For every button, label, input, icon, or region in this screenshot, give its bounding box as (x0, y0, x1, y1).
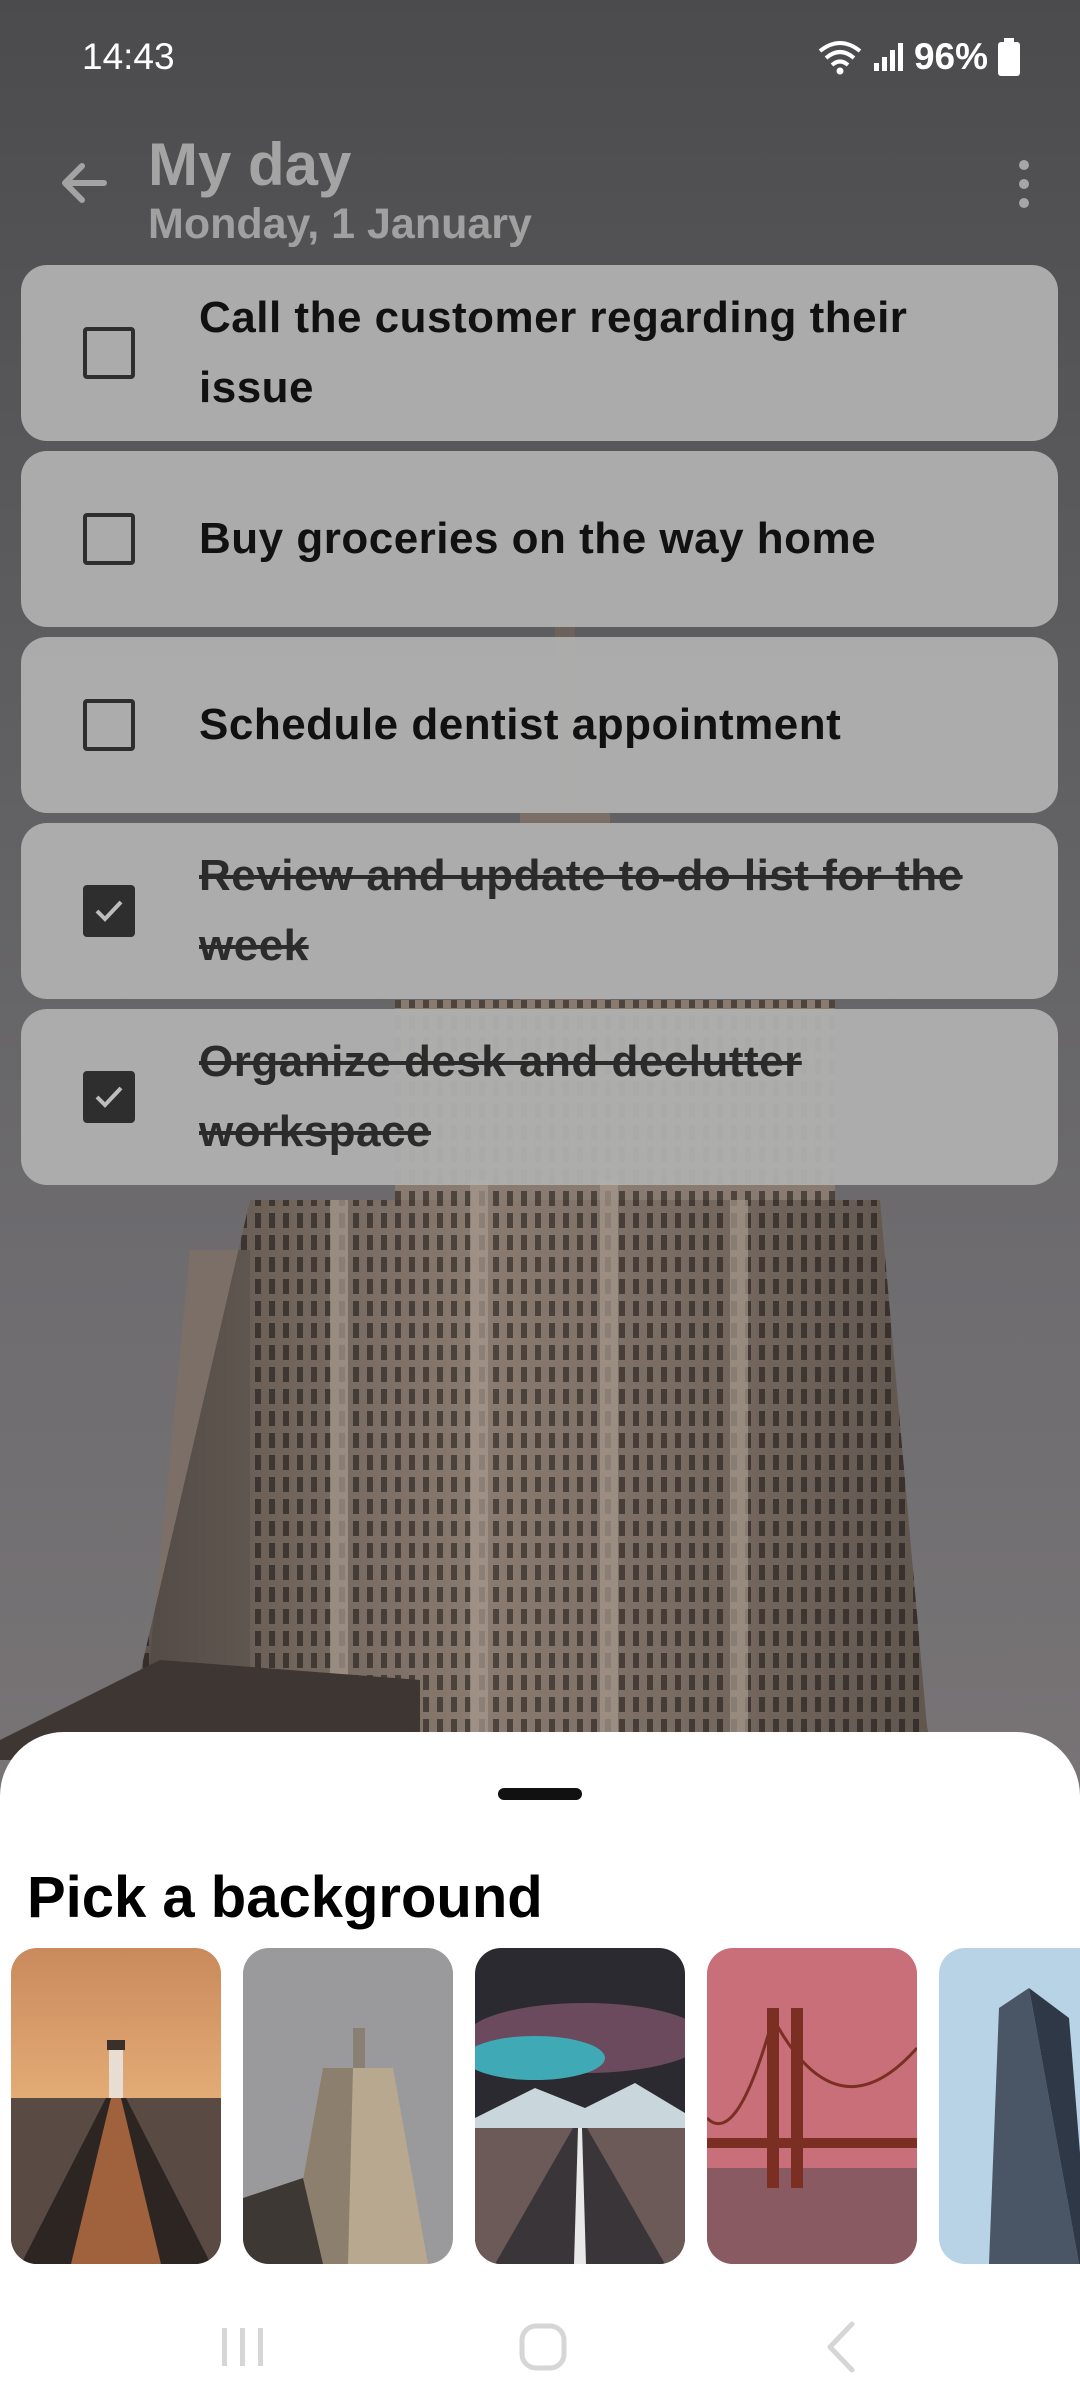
checkmark-icon (95, 900, 123, 922)
sheet-title: Pick a background (27, 1865, 543, 1930)
app-bar: My day Monday, 1 January (0, 120, 1080, 260)
task-item-completed[interactable]: Review and update to-do list for the wee… (21, 823, 1058, 999)
background-option-flatiron[interactable] (939, 1948, 1080, 2264)
road-thumbnail-image (475, 1948, 685, 2264)
background-option-mountain-road[interactable] (475, 1948, 685, 2264)
task-checkbox-checked[interactable] (83, 885, 135, 937)
task-text: Schedule dentist appointment (199, 700, 842, 749)
task-checkbox-checked[interactable] (83, 1071, 135, 1123)
task-item[interactable]: Buy groceries on the way home (21, 451, 1058, 627)
arrow-left-icon (62, 163, 107, 203)
status-bar: 14:43 96% (0, 0, 1080, 120)
recent-apps-icon (222, 2328, 263, 2366)
checkmark-icon (95, 1086, 123, 1108)
back-button[interactable] (52, 150, 118, 216)
task-checkbox[interactable] (83, 699, 135, 751)
task-checkbox[interactable] (83, 327, 135, 379)
background-option-empire-state[interactable] (243, 1948, 453, 2264)
flatiron-thumbnail-image (939, 1948, 1080, 2264)
task-text: Organize desk and declutter workspace (199, 1037, 802, 1156)
task-item[interactable]: Schedule dentist appointment (21, 637, 1058, 813)
chevron-left-icon (827, 2321, 855, 2373)
task-checkbox[interactable] (83, 513, 135, 565)
skyscraper-thumbnail-image (243, 1948, 453, 2264)
bridge-thumbnail-image (707, 1948, 917, 2264)
more-vert-icon (1019, 160, 1029, 170)
battery-percentage: 96% (913, 36, 988, 77)
background-thumbnails[interactable] (11, 1948, 1080, 2264)
system-navigation-bar (0, 2290, 1080, 2400)
more-options-button[interactable] (1006, 146, 1042, 222)
task-text: Review and update to-do list for the wee… (199, 851, 963, 970)
page-date: Monday, 1 January (148, 200, 532, 248)
task-item[interactable]: Call the customer regarding their issue (21, 265, 1058, 441)
signal-icon (873, 43, 903, 71)
status-time: 14:43 (82, 36, 175, 77)
system-back-button[interactable] (808, 2312, 878, 2382)
background-option-lighthouse[interactable] (11, 1948, 221, 2264)
task-text: Buy groceries on the way home (199, 514, 877, 563)
task-text: Call the customer regarding their issue (199, 293, 908, 412)
page-title: My day (148, 131, 352, 198)
drag-handle[interactable] (498, 1788, 582, 1800)
recent-apps-button[interactable] (208, 2312, 278, 2382)
background-option-golden-gate[interactable] (707, 1948, 917, 2264)
task-item-completed[interactable]: Organize desk and declutter workspace (21, 1009, 1058, 1185)
battery-icon (998, 38, 1020, 76)
lighthouse-thumbnail-image (11, 1948, 221, 2264)
home-button[interactable] (508, 2312, 578, 2382)
home-icon (519, 2323, 567, 2371)
wifi-icon (818, 41, 862, 75)
